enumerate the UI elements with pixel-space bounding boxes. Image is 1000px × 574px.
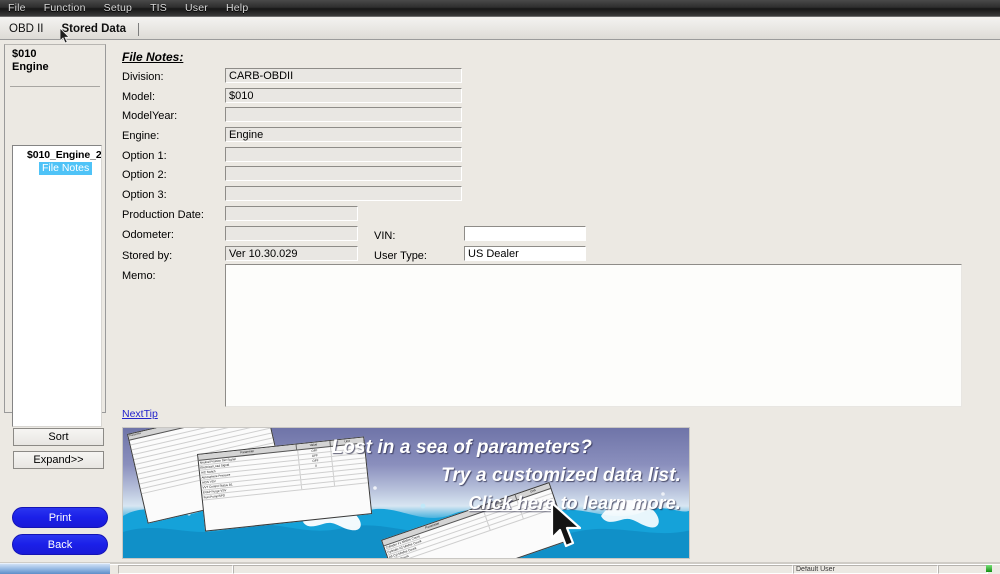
- label-option-3: Option 3:: [122, 189, 167, 201]
- menu-item-setup[interactable]: Setup: [102, 1, 134, 15]
- menu-item-help[interactable]: Help: [224, 1, 250, 15]
- label-model: Model:: [122, 91, 156, 103]
- tree-item-file-notes[interactable]: File Notes: [39, 162, 93, 175]
- option-2-field[interactable]: [225, 166, 462, 181]
- tab-strip: OBD II Stored Data: [0, 17, 1000, 40]
- option-3-field[interactable]: [225, 186, 462, 201]
- sidebar-header: $010 Engine: [4, 44, 106, 74]
- status-cell-1: [118, 565, 233, 574]
- memo-textarea[interactable]: [225, 264, 962, 407]
- expand-button[interactable]: Expand>>: [13, 451, 104, 469]
- label-division: Division:: [122, 71, 164, 83]
- menu-item-user[interactable]: User: [183, 1, 210, 15]
- label-stored-by: Stored by:: [122, 250, 173, 262]
- menu-item-function[interactable]: Function: [42, 1, 88, 15]
- taskbar-partial[interactable]: [0, 563, 110, 574]
- status-cell-2: [233, 565, 793, 574]
- tab-separator: [138, 23, 140, 36]
- banner-headline-1: Lost in a sea of parameters?: [331, 437, 592, 458]
- tree-item-root[interactable]: $010_Engine_20: [13, 146, 101, 161]
- banner-cta-link[interactable]: Click here: [468, 493, 555, 513]
- page-title: File Notes:: [122, 50, 184, 64]
- label-option-1: Option 1:: [122, 150, 167, 162]
- status-indicator-icon: [986, 565, 992, 572]
- sidebar-header-model: $010: [12, 48, 37, 60]
- sort-button[interactable]: Sort: [13, 428, 104, 446]
- left-panel: $010 Engine $010_Engine_20 File Notes So…: [4, 44, 108, 562]
- banner-cursor-icon: [550, 502, 582, 548]
- production-date-field[interactable]: [225, 206, 358, 221]
- label-memo: Memo:: [122, 270, 156, 282]
- stored-data-tree[interactable]: $010_Engine_20 File Notes: [12, 145, 102, 427]
- option-1-field[interactable]: [225, 147, 462, 162]
- model-year-field[interactable]: [225, 107, 462, 122]
- engine-field[interactable]: Engine: [225, 127, 462, 142]
- print-button[interactable]: Print: [12, 507, 108, 528]
- banner-headline-2: Try a customized data list.: [441, 465, 681, 486]
- label-production-date: Production Date:: [122, 209, 204, 221]
- vin-field[interactable]: [464, 226, 586, 241]
- odometer-field[interactable]: [225, 226, 358, 241]
- status-bar: Default User: [0, 564, 1000, 574]
- user-type-field[interactable]: US Dealer: [464, 246, 586, 261]
- menu-bar: File Function Setup TIS User Help: [0, 0, 1000, 17]
- tab-stored-data[interactable]: Stored Data: [53, 20, 136, 39]
- label-option-2: Option 2:: [122, 169, 167, 181]
- label-engine: Engine:: [122, 130, 160, 142]
- division-field[interactable]: CARB-OBDII: [225, 68, 462, 83]
- file-notes-panel: File Notes: Division: Model: ModelYear: …: [112, 44, 996, 562]
- menu-item-file[interactable]: File: [6, 1, 28, 15]
- next-tip-link[interactable]: NextTip: [122, 408, 158, 420]
- advertisement-banner[interactable]: Parameter Value Unit Parameter Value Uni…: [122, 427, 690, 559]
- back-button[interactable]: Back: [12, 534, 108, 555]
- menu-item-tis[interactable]: TIS: [148, 1, 169, 15]
- status-cell-4: [938, 565, 988, 574]
- label-model-year: ModelYear:: [122, 110, 178, 122]
- sidebar-divider: [10, 86, 100, 87]
- sidebar-header-system: Engine: [12, 61, 49, 73]
- label-odometer: Odometer:: [122, 229, 174, 241]
- model-field[interactable]: $010: [225, 88, 462, 103]
- tab-obd-ii[interactable]: OBD II: [0, 20, 53, 39]
- stored-by-field[interactable]: Ver 10.30.029: [225, 246, 358, 261]
- label-user-type: User Type:: [374, 250, 427, 262]
- label-vin: VIN:: [374, 230, 396, 242]
- status-user: Default User: [793, 565, 938, 574]
